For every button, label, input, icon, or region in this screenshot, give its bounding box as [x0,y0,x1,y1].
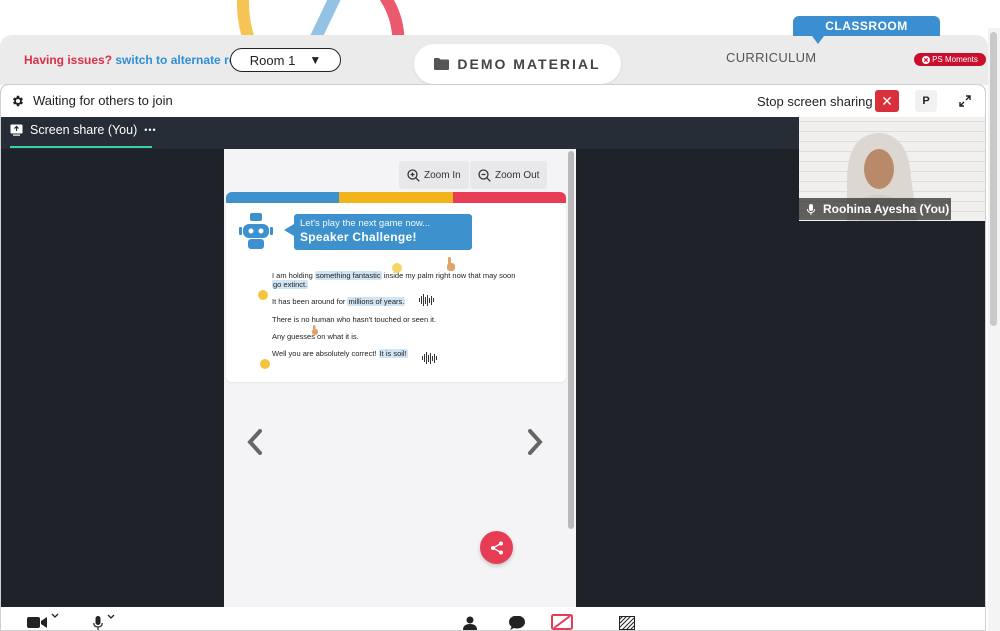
demo-material-label: DEMO MATERIAL [457,56,601,72]
whiteboard-icon [619,616,635,630]
waiting-text: Waiting for others to join [33,93,173,108]
chevron-down-icon[interactable] [51,613,59,619]
zoom-in-icon [407,168,420,182]
gear-icon[interactable] [11,94,25,108]
issues-prefix: Having issues? [24,53,113,67]
participant-name-tag: Roohina Ayesha (You) [799,198,951,220]
close-circle-icon [922,55,931,64]
curriculum-tab[interactable]: CURRICULUM [726,50,816,65]
ps-moments-label: PS Moments [932,55,978,64]
chat-button[interactable] [509,616,525,630]
dialogue-highlight: something fantastic [314,271,382,280]
room-select[interactable]: Room 1 ▼ [230,48,341,72]
zoom-out-label: Zoom Out [495,169,540,181]
camera-button[interactable] [27,613,59,628]
chevron-left-icon[interactable] [247,429,263,455]
camera-icon [27,617,47,628]
waiting-status: Waiting for others to join [11,93,173,108]
dialogue-line-2: It has been around for millions of years… [272,297,406,306]
bubble-tail [284,224,294,236]
robot-icon [239,213,273,249]
speech-bubble: Let's play the next game now... Speaker … [294,214,472,250]
expand-button[interactable] [953,90,977,112]
screen-share-bar: Screen share (You) ••• [1,117,801,149]
chevron-right-icon[interactable] [527,429,543,455]
chat-icon [509,616,525,630]
smile-emoji-icon [392,263,402,273]
hand-icon [447,257,455,271]
screen-share-tab-label: Screen share (You) [30,123,138,137]
stripe-yellow [339,192,453,203]
stop-screen-sharing-label: Stop screen sharing [757,94,873,109]
mic-icon [93,616,103,630]
active-tab-indicator [10,146,152,148]
screen-share-tab[interactable]: Screen share (You) ••• [10,123,157,137]
stripe-red [453,192,566,203]
dialogue-line-5: Well you are absolutely correct! It is s… [272,349,408,358]
stripe-blue [226,192,339,203]
participant-name: Roohina Ayesha (You) [823,202,950,216]
stop-sharing-close-button[interactable]: ✕ [875,90,899,112]
pointing-hand-icon [312,325,318,335]
dialogue-text: It has been around for [272,297,348,306]
microphone-button[interactable] [93,614,115,630]
classroom-tab[interactable]: CLASSROOM [793,16,940,36]
slide-scrollbar[interactable] [567,149,576,607]
demo-material-button[interactable]: DEMO MATERIAL [414,44,621,84]
dialogue-text: Well you are absolutely correct! [272,349,379,358]
dialogue-line-3: There is no human who hasn't touched or … [272,315,437,324]
issues-notice: Having issues? switch to alternate room [24,53,254,67]
app-root: Having issues? switch to alternate room … [0,0,1000,631]
whiteboard-button[interactable] [619,616,635,630]
participant-video-tile[interactable]: Roohina Ayesha (You) [799,117,985,221]
slide-scrollbar-thumb[interactable] [568,151,574,529]
bubble-subtitle: Let's play the next game now... [300,218,431,229]
dialogue-highlight: millions of years. [347,297,406,306]
folder-icon [434,58,450,70]
zoom-in-label: Zoom In [424,169,461,181]
p-button[interactable]: P [915,90,937,112]
dialogue-text: I am holding [272,271,315,280]
share-icon [490,541,503,554]
close-icon: ✕ [881,92,893,109]
meeting-frame: Waiting for others to join Stop screen s… [0,84,986,631]
stop-screen-share-button[interactable] [551,614,573,630]
bottom-toolbar [1,607,985,630]
page-scrollbar-thumb[interactable] [990,32,997,326]
page-scrollbar[interactable] [988,28,1000,631]
audio-wave-icon[interactable] [419,294,434,306]
more-options-icon[interactable]: ••• [144,125,156,135]
caret-down-icon: ▼ [309,53,322,67]
bubble-title: Speaker Challenge! [300,230,417,244]
room-select-value: Room 1 [249,52,296,68]
screen-share-stop-icon [551,614,573,630]
ps-moments-button[interactable]: PS Moments [914,53,986,66]
share-button[interactable] [480,531,513,564]
screen-share-icon [10,124,23,136]
dialogue-highlight: It is soil! [378,349,408,358]
zoom-in-button[interactable]: Zoom In [399,161,469,189]
worried-emoji-icon [258,290,268,300]
dialogue-line-1: I am holding something fantastic inside … [272,271,542,289]
person-icon [463,616,477,630]
meeting-header: Waiting for others to join Stop screen s… [1,85,985,117]
audio-wave-icon[interactable] [422,352,437,364]
expand-icon [959,95,971,107]
thinking-emoji-icon [260,359,270,369]
classroom-tab-pointer [812,36,824,44]
dialogue-highlight: go extinct. [272,280,309,289]
mic-icon [807,203,815,215]
chevron-down-icon[interactable] [107,614,115,620]
participants-button[interactable] [463,616,477,630]
slide-card: Let's play the next game now... Speaker … [226,192,566,382]
zoom-out-icon [478,168,491,182]
dialogue-text: inside my palm right now that may soon [381,271,516,280]
zoom-out-button[interactable]: Zoom Out [470,161,548,189]
